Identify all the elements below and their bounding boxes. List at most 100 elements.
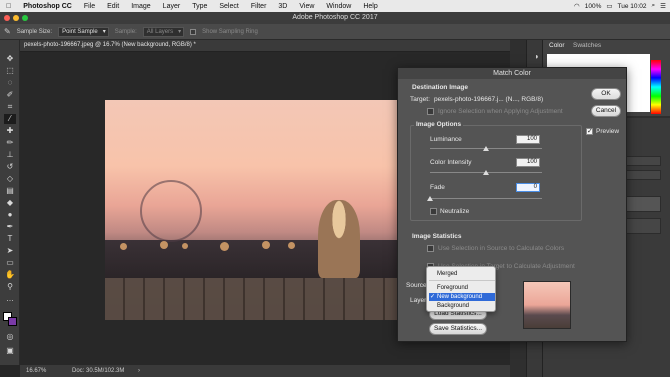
use-sel-source-checkbox[interactable] <box>427 245 434 252</box>
history-brush-icon[interactable]: ↺ <box>4 162 16 172</box>
menu-window[interactable]: Window <box>320 3 357 10</box>
status-arrow-icon[interactable]: › <box>138 368 140 374</box>
neutralize-label: Neutralize <box>440 208 470 215</box>
menu-filter[interactable]: Filter <box>245 3 273 10</box>
status-bar: 16.67% Doc: 30.5M/102.3M › <box>20 365 510 377</box>
clock[interactable]: Tue 10:02 <box>618 3 647 10</box>
color-intensity-slider-knob[interactable] <box>483 170 489 175</box>
target-label: Target: <box>410 96 430 103</box>
ignore-selection-checkbox[interactable] <box>427 108 434 115</box>
menu-type[interactable]: Type <box>186 3 213 10</box>
use-sel-source-label: Use Selection in Source to Calculate Col… <box>438 245 565 252</box>
brush-tool-icon[interactable]: ✏ <box>4 138 16 148</box>
fade-label: Fade <box>430 184 445 191</box>
eyedropper-tool-icon[interactable]: ✎ <box>4 27 11 36</box>
path-select-icon[interactable]: ➤ <box>4 246 16 256</box>
type-tool-icon[interactable]: T <box>4 234 16 244</box>
menu-select[interactable]: Select <box>213 3 244 10</box>
luminance-label: Luminance <box>430 136 462 143</box>
hue-spectrum-slider[interactable] <box>651 60 661 114</box>
photo-bokeh-light <box>120 243 127 250</box>
toolbar: ✥ ⬚ ◌ ✐ ⌗ ⁄ ✚ ✏ ⊥ ↺ ◇ ▤ ◆ ● ✒ T ➤ ▭ ✋ ⚲ … <box>0 40 20 365</box>
destination-heading: Destination Image <box>412 84 468 91</box>
preview-checkbox[interactable] <box>586 127 593 135</box>
menubar:  Photoshop CC File Edit Image Layer Typ… <box>0 0 670 12</box>
luminance-input[interactable]: 100 <box>516 135 540 144</box>
photo-city-skyline <box>105 240 405 278</box>
color-intensity-input[interactable]: 100 <box>516 158 540 167</box>
menu-app-name[interactable]: Photoshop CC <box>17 3 78 10</box>
layer-option-merged[interactable]: Merged <box>429 270 495 278</box>
sample-size-select[interactable]: Point Sample <box>58 26 109 37</box>
screen-mode-icon[interactable]: ▣ <box>4 346 16 356</box>
search-icon[interactable]: ⌕ <box>652 2 656 10</box>
lasso-tool-icon[interactable]: ◌ <box>4 78 16 88</box>
marquee-tool-icon[interactable]: ⬚ <box>4 66 16 76</box>
adjustments-panel-icon[interactable]: ◑ <box>530 52 542 62</box>
neutralize-checkbox[interactable] <box>430 208 437 215</box>
cancel-button[interactable]: Cancel <box>591 105 621 117</box>
photo-woman-figure <box>318 200 360 278</box>
dodge-tool-icon[interactable]: ● <box>4 210 16 220</box>
menu-image[interactable]: Image <box>125 3 156 10</box>
sampling-ring-checkbox[interactable] <box>190 28 197 35</box>
image-statistics-heading: Image Statistics <box>412 233 462 240</box>
source-thumbnail <box>523 281 571 329</box>
photo-bokeh-light <box>220 242 229 251</box>
photo-bokeh-light <box>262 241 270 249</box>
blur-tool-icon[interactable]: ◆ <box>4 198 16 208</box>
shape-tool-icon[interactable]: ▭ <box>4 258 16 268</box>
apple-menu-icon[interactable]:  <box>0 3 17 10</box>
battery-percent: 100% <box>584 2 602 10</box>
preview-label: Preview <box>596 128 620 135</box>
menu-view[interactable]: View <box>293 3 320 10</box>
quick-mask-icon[interactable]: ◎ <box>4 332 16 342</box>
layer-option-background[interactable]: Background <box>429 302 495 310</box>
tab-swatches[interactable]: Swatches <box>573 42 601 49</box>
fade-input[interactable]: 0 <box>516 183 540 192</box>
doc-size-readout: Doc: 30.5M/102.3M <box>72 368 125 374</box>
tab-color[interactable]: Color <box>549 42 565 49</box>
luminance-slider-knob[interactable] <box>483 146 489 151</box>
menu-edit[interactable]: Edit <box>101 3 125 10</box>
menu-file[interactable]: File <box>78 3 101 10</box>
layer-dropdown-menu: Merged Foreground New background Backgro… <box>426 266 496 312</box>
pen-tool-icon[interactable]: ✒ <box>4 222 16 232</box>
layer-option-new-background[interactable]: New background <box>429 293 495 301</box>
clone-stamp-icon[interactable]: ⊥ <box>4 150 16 160</box>
window-titlebar: Adobe Photoshop CC 2017 <box>0 12 670 24</box>
eraser-tool-icon[interactable]: ◇ <box>4 174 16 184</box>
photo-ferris-wheel <box>140 180 202 242</box>
save-statistics-button[interactable]: Save Statistics... <box>429 323 487 335</box>
minimize-window-icon[interactable] <box>13 15 19 21</box>
fade-slider[interactable] <box>430 198 542 199</box>
photo-stone-wall <box>105 278 405 320</box>
gradient-tool-icon[interactable]: ▤ <box>4 186 16 196</box>
more-tools-icon[interactable]: … <box>4 294 16 304</box>
hand-tool-icon[interactable]: ✋ <box>4 270 16 280</box>
menu-layer[interactable]: Layer <box>157 3 187 10</box>
background-color-swatch[interactable] <box>8 317 17 326</box>
close-window-icon[interactable] <box>4 15 10 21</box>
fade-slider-knob[interactable] <box>427 196 433 201</box>
ok-button[interactable]: OK <box>591 88 621 100</box>
menu-3d[interactable]: 3D <box>272 3 293 10</box>
menu-list-icon[interactable]: ☰ <box>660 2 666 10</box>
battery-icon[interactable]: ▭ <box>606 2 612 10</box>
crop-tool-icon[interactable]: ⌗ <box>4 102 16 112</box>
wifi-icon[interactable]: ◠ <box>574 2 580 10</box>
quick-select-tool-icon[interactable]: ✐ <box>4 90 16 100</box>
image-options-heading: Image Options <box>414 121 464 128</box>
document-tab[interactable]: pexels-photo-196667.jpeg @ 16.7% (New ba… <box>20 40 510 52</box>
menu-help[interactable]: Help <box>357 3 383 10</box>
healing-brush-icon[interactable]: ✚ <box>4 126 16 136</box>
zoom-readout[interactable]: 16.67% <box>26 368 46 374</box>
sample-size-label: Sample Size: <box>16 28 53 35</box>
sample-select[interactable]: All Layers <box>142 26 185 37</box>
zoom-window-icon[interactable] <box>22 15 28 21</box>
layer-option-foreground[interactable]: Foreground <box>429 284 495 292</box>
eyedropper-icon[interactable]: ⁄ <box>4 114 16 124</box>
options-bar: ✎ Sample Size: Point Sample Sample: All … <box>0 24 670 40</box>
zoom-tool-icon[interactable]: ⚲ <box>4 282 16 292</box>
move-tool-icon[interactable]: ✥ <box>4 54 16 64</box>
